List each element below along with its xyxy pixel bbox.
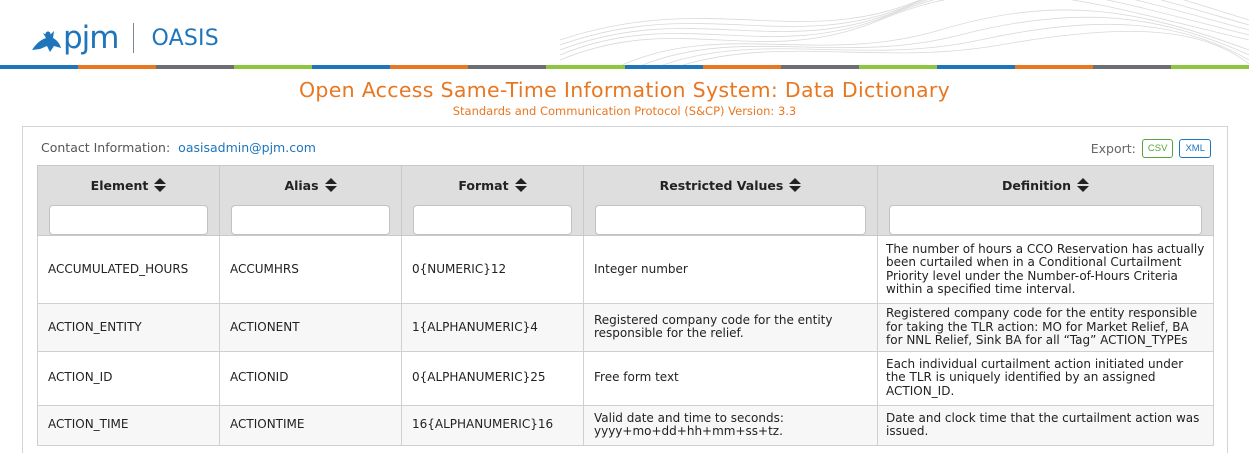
pjm-logo[interactable]: pjm OASIS [30,19,219,62]
cell-element: ACTION_TIME [37,404,220,446]
cell-definition: Registered company code for the entity r… [877,303,1214,352]
cell-element: ACCUMULATED_HOURS [37,235,220,304]
cell-element: ACTION_ENTITY [37,303,220,352]
stripe-band [546,65,625,69]
header-color-stripe [0,65,1249,69]
cell-alias: ACTIONENT [219,303,402,352]
sort-icon[interactable] [1077,178,1090,192]
app-header: pjm OASIS [0,0,1249,66]
app-name: OASIS [151,26,219,51]
table-row[interactable]: ACCUMULATED_HOURS ACCUMHRS 0{NUMERIC}12 … [37,235,1214,304]
cell-definition: Each individual curtailment action initi… [877,350,1214,406]
logo-divider [132,23,134,53]
export-xml-button[interactable]: XML [1179,139,1211,158]
pjm-figure-logo-icon [32,31,61,52]
column-header-element[interactable]: Element [37,165,220,236]
stripe-band [0,65,79,69]
data-dictionary-table: Element Alias Format Restricted Values D… [37,165,1214,446]
cell-restricted-values: Registered company code for the entity r… [583,303,878,352]
sort-icon[interactable] [154,178,167,192]
cell-alias: ACTIONID [219,350,402,406]
column-header-label: Element [90,177,149,193]
cell-restricted-values: Valid date and time to seconds: yyyy+mo+… [583,404,878,446]
cell-element: ACTION_ID [37,350,220,406]
stripe-band [468,65,547,69]
page-title: Open Access Same-Time Information System… [298,78,951,102]
column-header-label: Format [458,177,509,193]
export-csv-button[interactable]: CSV [1141,139,1174,158]
column-header-restricted-values[interactable]: Restricted Values [583,165,878,236]
cell-restricted-values: Free form text [583,350,878,406]
logo-wordmark: pjm [63,19,119,56]
cell-format: 0{NUMERIC}12 [401,235,584,304]
page-subtitle: Standards and Communication Protocol (S&… [452,104,797,118]
table-row[interactable]: ACTION_ENTITY ACTIONENT 1{ALPHANUMERIC}4… [37,303,1214,352]
stripe-band [780,65,859,69]
page-titles: Open Access Same-Time Information System… [0,78,1249,118]
stripe-band [234,65,313,69]
column-header-label: Restricted Values [659,177,784,193]
stripe-band [1092,65,1171,69]
stripe-band [312,65,391,69]
stripe-band [78,65,157,69]
column-header-alias[interactable]: Alias [219,165,402,236]
filter-input-alias[interactable] [231,205,390,235]
filter-input-element[interactable] [49,205,208,235]
column-header-label: Definition [1001,177,1072,193]
table-row[interactable]: ACTION_ID ACTIONID 0{ALPHANUMERIC}25 Fre… [37,350,1214,406]
stripe-band [624,65,703,69]
stripe-band [390,65,469,69]
cell-format: 16{ALPHANUMERIC}16 [401,404,584,446]
filter-input-format[interactable] [413,205,572,235]
table-row[interactable]: ACTION_TIME ACTIONTIME 16{ALPHANUMERIC}1… [37,404,1214,446]
stripe-band [702,65,781,69]
stripe-band [1014,65,1093,69]
contact-information: Contact Information: oasisadmin@pjm.com [41,140,316,155]
cell-format: 0{ALPHANUMERIC}25 [401,350,584,406]
cell-alias: ACCUMHRS [219,235,402,304]
column-header-format[interactable]: Format [401,165,584,236]
filter-input-restricted-values[interactable] [595,205,866,235]
sort-icon[interactable] [324,178,337,192]
cell-alias: ACTIONTIME [219,404,402,446]
contact-email-link[interactable]: oasisadmin@pjm.com [178,140,316,155]
header-wave-decoration [560,0,1249,66]
stripe-band [156,65,235,69]
sort-icon[interactable] [789,178,802,192]
cell-restricted-values: Integer number [583,235,878,304]
export-controls: Export: CSV XML [1091,139,1211,158]
filter-input-definition[interactable] [889,205,1202,235]
stripe-band [936,65,1015,69]
cell-definition: Date and clock time that the curtailment… [877,404,1214,446]
cell-definition: The number of hours a CCO Reservation ha… [877,235,1214,304]
contact-label: Contact Information: [41,140,171,155]
table-header-row: Element Alias Format Restricted Values D… [37,165,1214,236]
cell-format: 1{ALPHANUMERIC}4 [401,303,584,352]
column-header-definition[interactable]: Definition [877,165,1214,236]
stripe-band [1170,65,1249,69]
export-label: Export: [1090,141,1136,156]
column-header-label: Alias [284,177,319,193]
stripe-band [858,65,937,69]
sort-icon[interactable] [514,178,527,192]
